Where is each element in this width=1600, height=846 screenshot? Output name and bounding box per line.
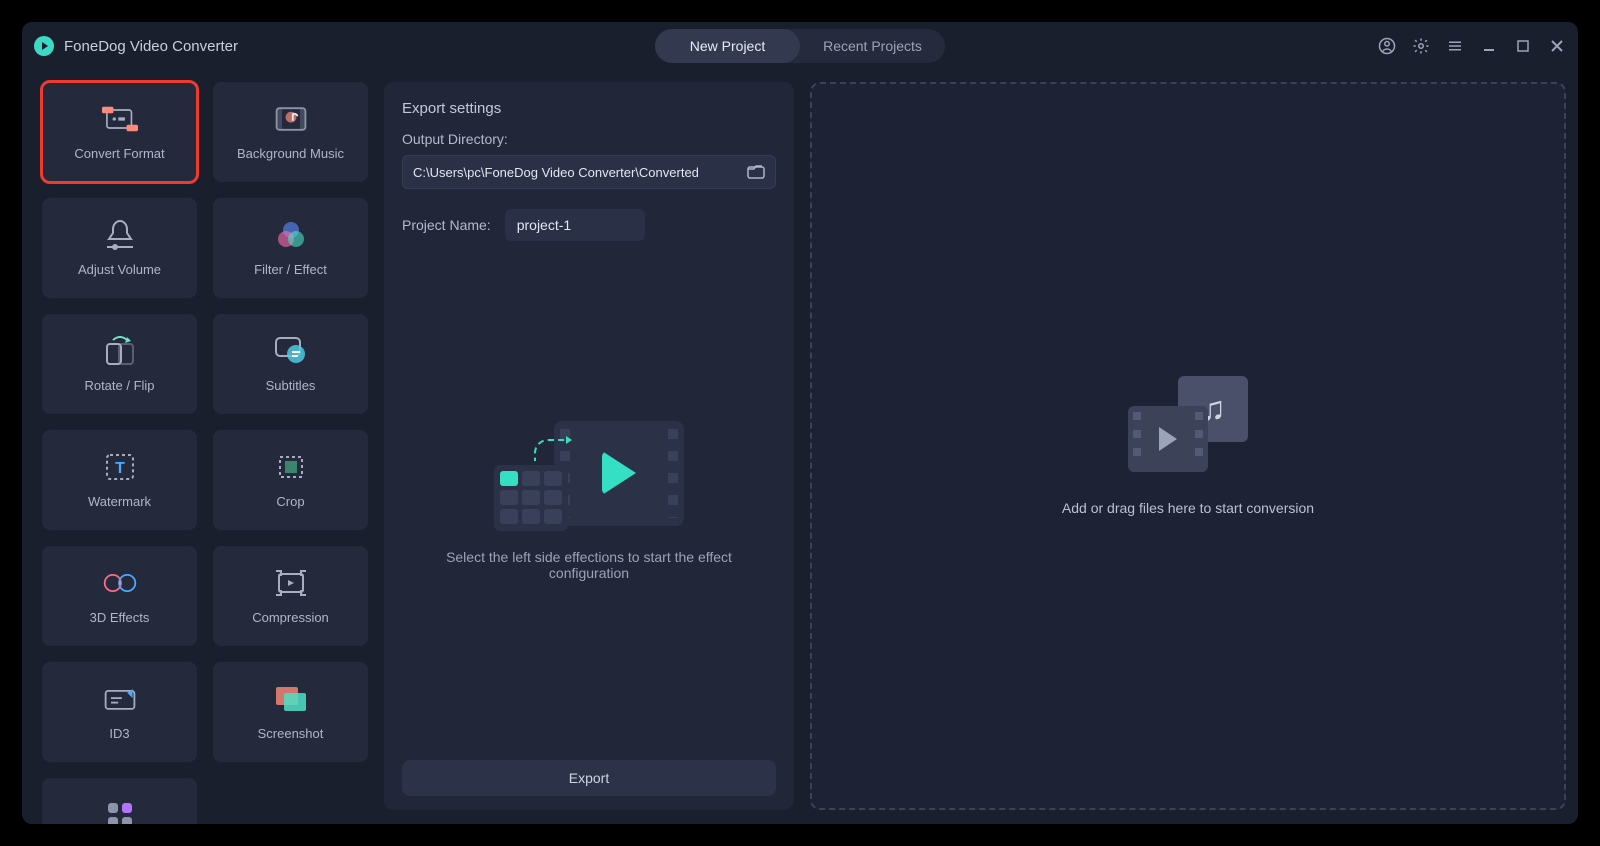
export-button[interactable]: Export (402, 760, 776, 796)
tool-label: Filter / Effect (254, 262, 327, 277)
subtitles-icon (273, 336, 309, 366)
screenshot-icon (273, 684, 309, 714)
rotate-flip-icon (102, 336, 138, 366)
more-icon (102, 800, 138, 825)
minimize-icon[interactable] (1480, 37, 1498, 55)
project-name-label: Project Name: (402, 217, 491, 233)
tool-3d-effects[interactable]: 3D Effects (42, 546, 197, 646)
tool-crop[interactable]: Crop (213, 430, 368, 530)
crop-icon (273, 452, 309, 482)
tool-screenshot[interactable]: Screenshot (213, 662, 368, 762)
app-logo: FoneDog Video Converter (34, 36, 238, 56)
window-controls (1378, 37, 1566, 55)
project-name-input[interactable]: project-1 (505, 209, 645, 241)
output-directory-input[interactable]: C:\Users\pc\FoneDog Video Converter\Conv… (402, 155, 776, 189)
id3-icon (102, 684, 138, 714)
tool-id3[interactable]: ID3 (42, 662, 197, 762)
app-window: FoneDog Video Converter New Project Rece… (22, 22, 1578, 824)
effect-placeholder-illustration (494, 421, 684, 531)
tab-new-project[interactable]: New Project (655, 29, 800, 63)
tool-label: Screenshot (258, 726, 324, 741)
app-logo-icon (34, 36, 54, 56)
adjust-volume-icon (102, 220, 138, 250)
tool-subtitles[interactable]: Subtitles (213, 314, 368, 414)
tool-compression[interactable]: Compression (213, 546, 368, 646)
3d-effects-icon (102, 568, 138, 598)
project-name-row: Project Name: project-1 (402, 209, 776, 241)
maximize-icon[interactable] (1514, 37, 1532, 55)
browse-folder-icon[interactable] (747, 163, 765, 182)
app-body: Convert Format Background Music Adjust V… (22, 70, 1578, 824)
tool-more[interactable]: More (42, 778, 197, 824)
tab-recent-projects[interactable]: Recent Projects (800, 29, 945, 63)
tool-adjust-volume[interactable]: Adjust Volume (42, 198, 197, 298)
tool-label: Watermark (88, 494, 151, 509)
tool-label: Rotate / Flip (84, 378, 154, 393)
tool-filter-effect[interactable]: Filter / Effect (213, 198, 368, 298)
app-title: FoneDog Video Converter (64, 38, 238, 55)
watermark-icon: T (102, 452, 138, 482)
tool-label: Subtitles (266, 378, 316, 393)
export-settings-panel: Export settings Output Directory: C:\Use… (384, 82, 794, 810)
titlebar: FoneDog Video Converter New Project Rece… (22, 22, 1578, 70)
effect-placeholder-text: Select the left side effections to start… (422, 549, 756, 581)
tool-watermark[interactable]: T Watermark (42, 430, 197, 530)
output-directory-label: Output Directory: (402, 131, 776, 147)
tool-rotate-flip[interactable]: Rotate / Flip (42, 314, 197, 414)
gear-icon[interactable] (1412, 37, 1430, 55)
tool-convert-format[interactable]: Convert Format (42, 82, 197, 182)
export-settings-title: Export settings (402, 100, 776, 117)
tool-label: Background Music (237, 146, 344, 161)
compression-icon (273, 568, 309, 598)
project-tabs: New Project Recent Projects (655, 29, 945, 63)
account-icon[interactable] (1378, 37, 1396, 55)
tool-label: Crop (276, 494, 304, 509)
tool-label: Adjust Volume (78, 262, 161, 277)
tool-grid: Convert Format Background Music Adjust V… (42, 82, 368, 810)
drop-zone-illustration: ♫ (1128, 376, 1248, 472)
tool-label: Compression (252, 610, 329, 625)
drop-zone-text: Add or drag files here to start conversi… (1062, 500, 1314, 516)
svg-text:T: T (115, 460, 125, 477)
file-drop-zone[interactable]: ♫ Add or drag files here to start conver… (810, 82, 1566, 810)
effect-placeholder: Select the left side effections to start… (402, 241, 776, 760)
filter-effect-icon (273, 220, 309, 250)
tool-background-music[interactable]: Background Music (213, 82, 368, 182)
project-name-value: project-1 (517, 217, 571, 233)
tool-label: Convert Format (74, 146, 164, 161)
tool-label: ID3 (109, 726, 129, 741)
menu-icon[interactable] (1446, 37, 1464, 55)
close-icon[interactable] (1548, 37, 1566, 55)
tool-label: 3D Effects (90, 610, 150, 625)
output-directory-value: C:\Users\pc\FoneDog Video Converter\Conv… (413, 165, 699, 180)
convert-format-icon (102, 104, 138, 134)
background-music-icon (273, 104, 309, 134)
